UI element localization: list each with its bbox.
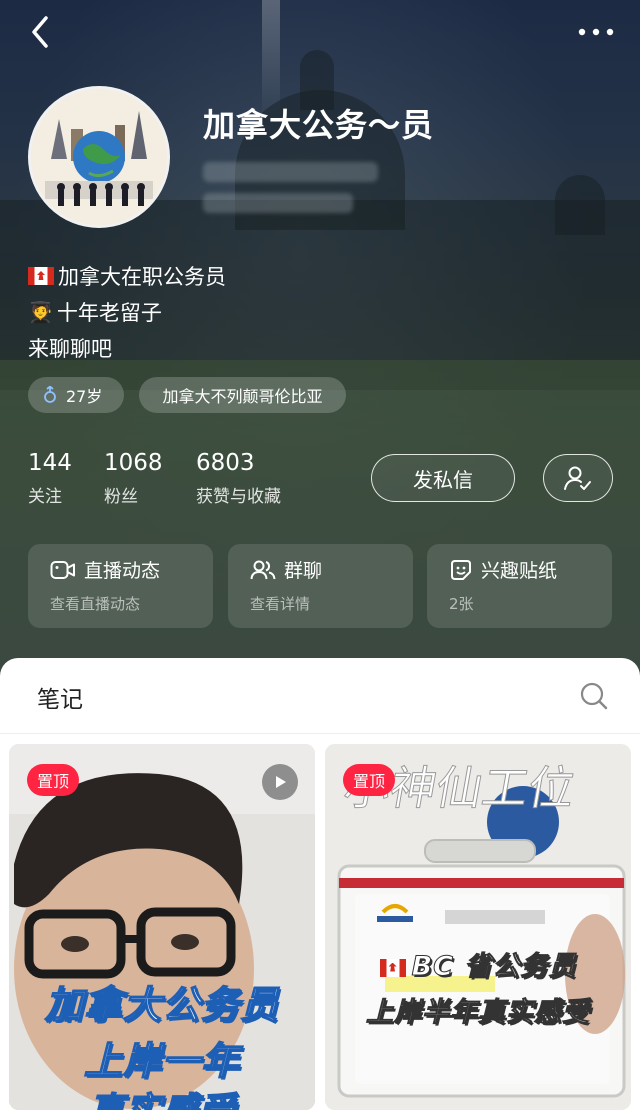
followed-button[interactable] [543, 454, 613, 502]
location-tag: 加拿大不列颠哥伦比亚 [139, 377, 346, 413]
back-arrow-icon [32, 16, 48, 48]
cover-title-line-3: 真实感受 [9, 1082, 315, 1110]
age-text: 27岁 [66, 387, 103, 406]
graduate-icon: 🧑‍🎓 [28, 300, 53, 324]
more-options-button[interactable] [574, 16, 618, 48]
likes-count: 6803 [196, 450, 255, 476]
canada-flag-icon [28, 267, 54, 285]
sticker-icon [451, 559, 471, 580]
followers-count: 1068 [104, 450, 163, 476]
user-check-icon [564, 466, 591, 490]
stat-followers[interactable]: 1068 粉丝 [104, 450, 163, 507]
interest-stickers-card[interactable]: 兴趣贴纸 2张 [427, 544, 612, 628]
video-icon [50, 560, 75, 579]
live-activity-card[interactable]: 直播动态 查看直播动态 [28, 544, 213, 628]
interest-stickers-title: 兴趣贴纸 [481, 560, 558, 582]
blurred-ip-location [203, 193, 353, 213]
group-chat-subtitle: 查看详情 [250, 595, 311, 613]
cover-title-line-1: 加拿大公务员 [44, 982, 279, 1028]
cover-title-line-2: 上岸一年 [83, 1038, 240, 1084]
live-activity-title: 直播动态 [84, 560, 161, 582]
pinned-badge: 置顶 [27, 764, 80, 796]
back-button[interactable] [22, 12, 62, 52]
note-card-1[interactable]: 置顶 加拿大公务员 上岸一年 真实感受 [9, 744, 315, 1110]
globe-collage-icon [31, 89, 167, 225]
avatar[interactable] [28, 86, 170, 228]
tab-notes[interactable]: 笔记 [37, 680, 83, 714]
pinned-badge: 置顶 [343, 764, 396, 796]
search-button[interactable] [578, 680, 610, 712]
interest-stickers-subtitle: 2张 [449, 595, 474, 613]
canada-flag-icon [379, 958, 406, 977]
send-message-button[interactable]: 发私信 [371, 454, 515, 502]
live-activity-subtitle: 查看直播动态 [50, 595, 141, 613]
notes-header: 笔记 [0, 658, 640, 734]
bio-text-2: 十年老留子 [56, 301, 162, 325]
profile-name: 加拿大公务～员 [203, 106, 435, 144]
likes-label: 获赞与收藏 [196, 487, 281, 507]
group-chat-title: 群聊 [284, 560, 323, 582]
group-icon [250, 560, 276, 579]
bio-line-1: 加拿大在职公务员 [28, 261, 226, 291]
location-text: 加拿大不列颠哥伦比亚 [162, 387, 323, 406]
bio-text-3: 来聊聊吧 [28, 337, 112, 361]
following-count: 144 [28, 450, 72, 476]
note-card-2[interactable]: 小神仙工位 置顶 BC 省公务员 上岸半年真实感受 [325, 744, 631, 1110]
top-bar [0, 0, 640, 64]
stat-likes[interactable]: 6803 获赞与收藏 [196, 450, 281, 507]
following-label: 关注 [28, 487, 62, 507]
more-dots-icon [578, 28, 614, 36]
blurred-user-id [203, 162, 378, 182]
search-icon [580, 682, 608, 710]
group-chat-card[interactable]: 群聊 查看详情 [228, 544, 413, 628]
age-tag: 27岁 [28, 377, 124, 413]
followers-label: 粉丝 [104, 487, 138, 507]
bio-line-3: 来聊聊吧 [28, 333, 112, 363]
cover-title-line-2: 上岸半年真实感受 [366, 997, 590, 1029]
male-icon [44, 386, 56, 403]
cover-title-line-1: BC 省公务员 [325, 944, 631, 983]
video-play-icon [262, 764, 298, 800]
bio-line-2: 🧑‍🎓 十年老留子 [28, 297, 162, 327]
bio-text-1: 加拿大在职公务员 [58, 265, 226, 289]
stat-following[interactable]: 144 关注 [28, 450, 72, 507]
